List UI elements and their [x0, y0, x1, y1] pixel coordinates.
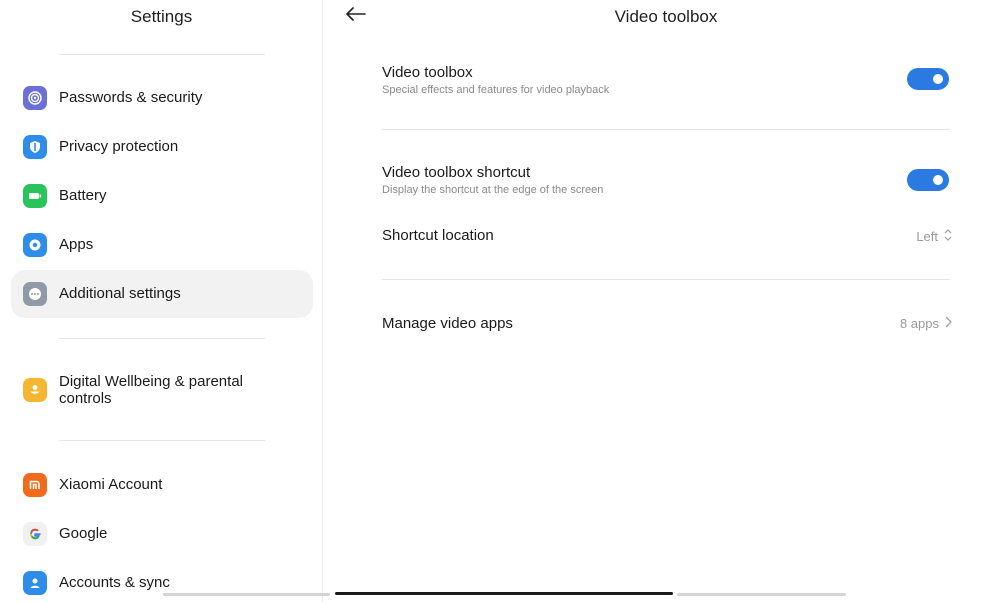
sidebar-divider — [59, 54, 265, 55]
account-icon — [23, 571, 47, 595]
manage-video-apps-title: Manage video apps — [382, 315, 513, 332]
settings-sidebar: Settings Passwords & security Privacy pr… — [0, 0, 323, 602]
video-toolbox-subtitle: Special effects and features for video p… — [382, 84, 610, 96]
video-toolbox-shortcut-subtitle: Display the shortcut at the edge of the … — [382, 184, 604, 196]
section-divider — [382, 279, 950, 280]
sidebar-item-privacy-protection[interactable]: Privacy protection — [11, 123, 313, 171]
shortcut-location-value: Left — [916, 229, 938, 244]
sidebar-item-label: Digital Wellbeing & parental controls — [59, 373, 243, 407]
toggle-knob — [933, 74, 943, 84]
battery-icon — [23, 184, 47, 208]
home-indicator[interactable] — [335, 592, 673, 595]
sidebar-title: Settings — [130, 7, 193, 26]
sidebar-item-digital-wellbeing[interactable]: Digital Wellbeing & parental controls — [11, 366, 313, 414]
up-down-chevron-icon — [944, 228, 952, 246]
sidebar-item-label: Xiaomi Account — [59, 476, 163, 493]
video-toolbox-panel: Video toolbox Video toolbox Special effe… — [324, 0, 1000, 602]
settings-screen: Settings Passwords & security Privacy pr… — [0, 0, 1000, 602]
manage-video-apps-count: 8 apps — [899, 316, 939, 331]
wellbeing-icon — [23, 378, 47, 402]
manage-video-apps-link[interactable]: 8 apps — [900, 316, 952, 332]
left-pane-handle[interactable] — [163, 593, 330, 596]
fingerprint-icon — [23, 86, 47, 110]
sidebar-item-battery[interactable]: Battery — [11, 172, 313, 220]
privacy-shield-icon — [23, 135, 47, 159]
sidebar-item-label: Google — [59, 525, 108, 542]
gear-icon — [23, 233, 47, 257]
sidebar-item-apps[interactable]: Apps — [11, 221, 313, 269]
page-title: Video toolbox — [614, 7, 718, 26]
toggle-knob — [933, 175, 943, 185]
sidebar-divider — [59, 440, 265, 441]
shortcut-location-selector[interactable]: Left — [916, 228, 952, 246]
shortcut-location-title: Shortcut location — [382, 227, 494, 244]
chevron-right-icon — [945, 316, 952, 332]
xiaomi-logo-icon — [23, 473, 47, 497]
video-toolbox-shortcut-title: Video toolbox shortcut — [382, 164, 531, 181]
section-divider — [382, 129, 950, 130]
video-toolbox-toggle[interactable] — [907, 68, 949, 90]
sidebar-item-google[interactable]: Google — [11, 510, 313, 558]
video-toolbox-title: Video toolbox — [382, 64, 473, 81]
sidebar-item-xiaomi-account[interactable]: Xiaomi Account — [11, 461, 313, 509]
sidebar-item-label: Additional settings — [59, 285, 181, 302]
more-dots-icon — [23, 282, 47, 306]
sidebar-item-label: Passwords & security — [59, 89, 203, 106]
sidebar-item-additional-settings[interactable]: Additional settings — [11, 270, 313, 318]
sidebar-item-passwords-security[interactable]: Passwords & security — [11, 74, 313, 122]
sidebar-item-label: Accounts & sync — [59, 574, 170, 591]
right-pane-handle[interactable] — [677, 593, 846, 596]
sidebar-item-label: Apps — [59, 236, 94, 253]
google-logo-icon — [23, 522, 47, 546]
sidebar-item-label: Privacy protection — [59, 138, 179, 155]
video-toolbox-shortcut-toggle[interactable] — [907, 169, 949, 191]
sidebar-divider — [59, 338, 265, 339]
sidebar-item-label: Battery — [59, 187, 107, 204]
